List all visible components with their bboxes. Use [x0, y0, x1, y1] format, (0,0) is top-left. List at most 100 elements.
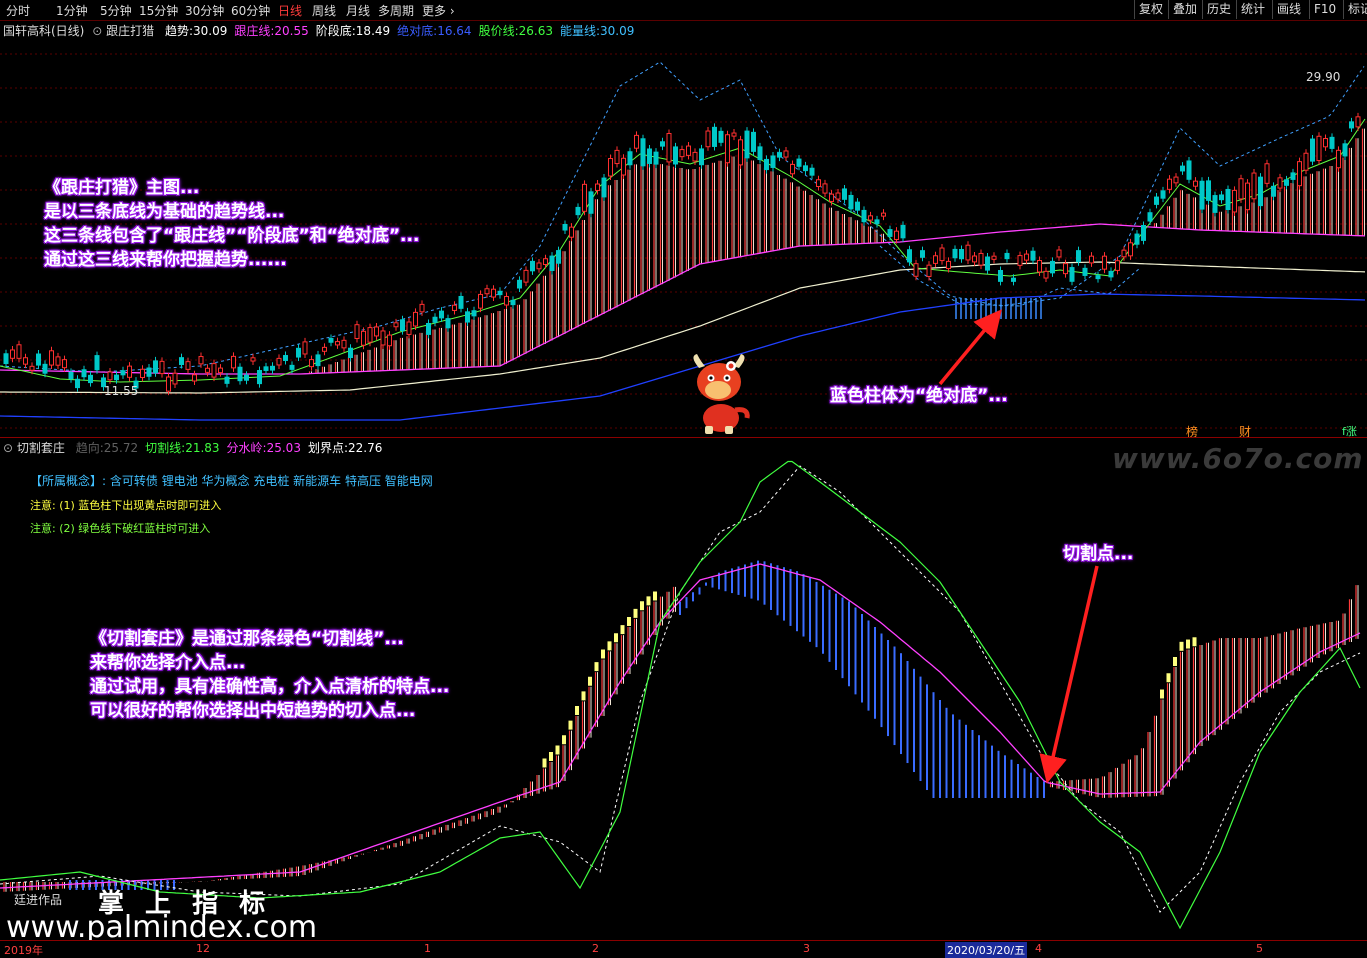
candle-body — [1160, 190, 1166, 199]
candle-body — [465, 311, 470, 323]
cut-bar-tip — [653, 591, 657, 601]
candle-body — [835, 192, 841, 200]
candle-body — [1056, 249, 1062, 258]
candle-body — [192, 374, 197, 382]
candle-body — [283, 355, 288, 362]
candle-body — [309, 359, 314, 368]
cut-bar-tip — [542, 758, 547, 768]
f10-button[interactable]: F10 — [1309, 0, 1340, 19]
candle-body — [738, 139, 743, 166]
candle-body — [920, 250, 925, 258]
history-button[interactable]: 历史 — [1202, 0, 1235, 19]
candle-body — [1349, 121, 1354, 129]
cut-point-label: 切割点... — [1063, 544, 1134, 564]
site-watermark: www.6o7o.com — [1112, 442, 1364, 475]
candle-body — [1004, 252, 1010, 260]
candle-body — [1173, 176, 1179, 184]
lower-callout-line: 可以很好的帮你选择出中短趋势的切入点... — [90, 701, 416, 721]
candle-body — [400, 319, 405, 332]
candle-body — [3, 353, 9, 365]
draw-line-button[interactable]: 画线 — [1272, 0, 1305, 19]
candle-body — [1232, 189, 1237, 213]
candle-body — [1303, 152, 1309, 171]
tab-daily[interactable]: 日线 — [278, 2, 302, 19]
tab-more[interactable]: 更多 › — [422, 2, 455, 19]
candle-body — [387, 334, 392, 347]
candle-body — [302, 341, 308, 355]
candle-body — [965, 244, 971, 261]
tab-1min[interactable]: 1分钟 — [56, 2, 88, 19]
cut-bar-tip — [620, 625, 625, 635]
candle-body — [692, 151, 698, 162]
tab-weekly[interactable]: 周线 — [312, 2, 336, 19]
candle-body — [198, 356, 204, 365]
candle-body — [1310, 138, 1315, 162]
candle-body — [725, 134, 730, 164]
tab-15min[interactable]: 15分钟 — [139, 2, 178, 19]
fuquan-button[interactable]: 复权 — [1134, 0, 1167, 19]
candle-body — [575, 206, 581, 216]
cut-bar-tip — [1192, 637, 1197, 647]
candle-body — [471, 310, 477, 317]
candle-body — [257, 370, 262, 385]
candle-body — [601, 177, 607, 198]
tab-5min[interactable]: 5分钟 — [100, 2, 132, 19]
candle-body — [1011, 277, 1016, 282]
tab-monthly[interactable]: 月线 — [346, 2, 370, 19]
candle-body — [1238, 178, 1244, 200]
candle-body — [146, 367, 152, 377]
candle-body — [608, 158, 613, 177]
cut-bar-tip — [1166, 673, 1171, 683]
candle-body — [666, 133, 672, 163]
candle-body — [699, 148, 704, 166]
candle-body — [42, 363, 48, 374]
candle-body — [1245, 182, 1250, 211]
candle-body — [1316, 135, 1322, 162]
statistics-button[interactable]: 统计 — [1236, 0, 1269, 19]
selected-date-label[interactable]: 2020/03/20/五 — [945, 942, 1028, 958]
cut-bar-tip — [581, 691, 586, 701]
candle-body — [75, 378, 80, 389]
cut-bar-tip — [1160, 689, 1164, 699]
mark-button[interactable]: 标记 — [1343, 0, 1367, 19]
candle-body — [777, 152, 782, 158]
candle-body — [335, 341, 340, 346]
candle-body — [374, 326, 379, 337]
more-label: 更多 — [422, 4, 447, 18]
candle-body — [348, 347, 353, 359]
overlay-button[interactable]: 叠加 — [1168, 0, 1201, 19]
candle-body — [406, 321, 412, 335]
tab-30min[interactable]: 30分钟 — [185, 2, 224, 19]
candle-body — [790, 163, 795, 175]
upper-callout-line: 是以三条底线为基础的趋势线... — [44, 202, 285, 222]
candle-body — [1076, 250, 1081, 263]
candle-body — [1284, 179, 1289, 186]
candle-body — [653, 151, 659, 165]
candle-body — [751, 131, 756, 152]
candle-body — [231, 355, 236, 369]
time-axis[interactable]: 2019年 12 1 2 3 2020/03/20/五 4 5 — [0, 940, 1367, 958]
candle-body — [432, 316, 438, 323]
candle-body — [796, 158, 802, 167]
cut-bar-tip — [1179, 641, 1184, 651]
candle-body — [783, 150, 789, 158]
candle-body — [809, 167, 815, 176]
candle-body — [614, 149, 620, 165]
candle-body — [1251, 172, 1257, 200]
candle-body — [315, 354, 321, 367]
candle-body — [484, 288, 490, 295]
candle-body — [107, 371, 113, 381]
candle-body — [1082, 267, 1088, 276]
bull-mascot-icon — [693, 354, 750, 434]
candle-body — [913, 263, 919, 277]
cut-bar-tip — [588, 676, 592, 686]
upper-callout-line: 这三条线包含了“跟庄线”“阶段底”和“绝对底”... — [44, 226, 420, 246]
candle-body — [595, 183, 600, 191]
cut-bar-tip — [1186, 639, 1190, 649]
candle-body — [172, 372, 178, 385]
tab-multi-period[interactable]: 多周期 — [378, 2, 414, 19]
cut-bar-tip — [646, 596, 651, 606]
tab-fenshi[interactable]: 分时 — [6, 2, 30, 19]
pane-divider[interactable] — [0, 437, 1367, 438]
tab-60min[interactable]: 60分钟 — [231, 2, 270, 19]
